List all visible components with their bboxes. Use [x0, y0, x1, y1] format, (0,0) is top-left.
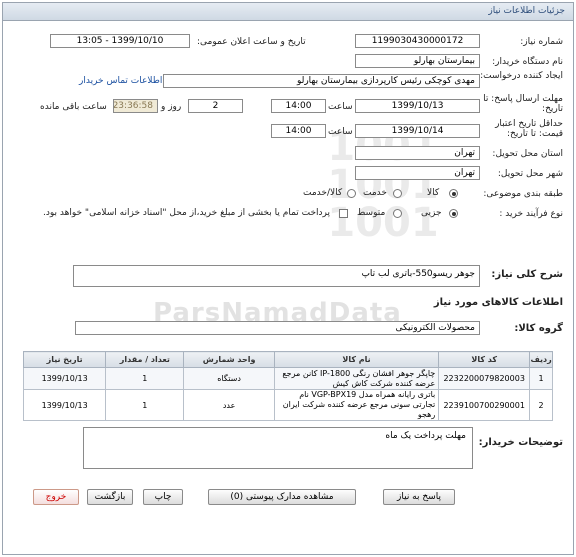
buyer-contact-link[interactable]: اطلاعات تماس خریدار [79, 76, 162, 86]
need-number-field: 1199030430000172 [355, 34, 480, 48]
cell-unit: عدد [183, 389, 275, 421]
province-label: استان محل تحویل: [492, 149, 563, 159]
cell-unit: دستگاه [183, 367, 275, 390]
cell-row: 1 [529, 367, 553, 390]
price-validity-label: حداقل تاریخ اعتبار قیمت: تا تاریخ: [495, 119, 563, 139]
cell-qty: 1 [105, 367, 185, 390]
city-label: شهر محل تحویل: [497, 169, 563, 179]
title-bar: جزئیات اطلاعات نیاز [3, 3, 573, 21]
need-number-label: شماره نیاز: [520, 37, 563, 47]
process-option-medium: متوسط [357, 208, 386, 218]
buyer-org-label: نام دستگاه خریدار: [492, 57, 563, 67]
creator-field: مهدی کوچکی رئیس کارپردازی بیمارستان بهار… [163, 74, 480, 88]
treasury-payment-note: پرداخت تمام یا بخشی از مبلغ خرید،از محل … [43, 208, 331, 218]
page-title: جزئیات اطلاعات نیاز [488, 6, 565, 16]
category-radio-goods-service[interactable] [347, 189, 356, 198]
days-field: 2 [188, 99, 243, 113]
goods-group-field: محصولات الکترونیکی [75, 321, 480, 335]
cell-name: باتری رایانه همراه مدل VGP-BPX19 نام تجا… [273, 389, 440, 421]
cell-qty: 1 [105, 389, 185, 421]
category-radio-service[interactable] [393, 189, 402, 198]
back-button[interactable]: بازگشت [87, 489, 133, 505]
reply-time-field: 14:00 [271, 99, 326, 113]
process-radio-minor[interactable] [449, 209, 458, 218]
category-radio-goods[interactable] [449, 189, 458, 198]
days-label: روز و [161, 102, 182, 112]
col-row: ردیف [529, 351, 553, 368]
reply-date-field: 1399/10/13 [355, 99, 480, 113]
reply-deadline-label: مهلت ارسال پاسخ: تا تاریخ: [483, 94, 563, 114]
goods-table-header: ردیف کد کالا نام کالا واحد شمارش تعداد /… [22, 351, 553, 368]
table-row: 1 2232200079820003 چاپگر جوهر افشان رنگی… [22, 367, 553, 390]
buyer-notes-label: توضیحات خریدار: [478, 437, 563, 448]
col-code: کد کالا [438, 351, 531, 368]
cell-date: 1399/10/13 [22, 389, 107, 421]
table-row: 2 2239100700290001 باتری رایانه همراه مد… [22, 389, 553, 421]
cell-code: 2232200079820003 [438, 367, 531, 390]
goods-section-title: اطلاعات کالاهای مورد نیاز [433, 297, 563, 308]
window-frame: جزئیات اطلاعات نیاز 100110011001 ParsNam… [2, 2, 574, 555]
cell-row: 2 [529, 389, 553, 421]
col-unit: واحد شمارش [183, 351, 275, 368]
announce-label: تاریخ و ساعت اعلان عمومی: [197, 37, 306, 47]
goods-table: ردیف کد کالا نام کالا واحد شمارش تعداد /… [22, 351, 553, 421]
cell-date: 1399/10/13 [22, 367, 107, 390]
remaining-label: ساعت باقی مانده [40, 102, 107, 112]
category-option-goods-service: کالا/خدمت [303, 188, 343, 198]
summary-label: شرح کلی نیاز: [491, 269, 563, 280]
process-label: نوع فرآیند خرید : [499, 209, 563, 219]
goods-group-label: گروه کالا: [514, 323, 563, 334]
process-radio-medium[interactable] [393, 209, 402, 218]
province-field: تهران [355, 146, 480, 160]
remaining-time-field: 23:36:58 [113, 99, 158, 113]
process-option-minor: جزیی [421, 208, 442, 218]
col-qty: تعداد / مقدار [105, 351, 185, 368]
cell-code: 2239100700290001 [438, 389, 531, 421]
category-label: طبقه بندی موضوعی: [483, 189, 563, 199]
category-option-service: خدمت [363, 188, 387, 198]
category-option-goods: کالا [427, 188, 440, 198]
announce-field: 1399/10/10 - 13:05 [50, 34, 190, 48]
buyer-org-field: بیمارستان بهارلو [355, 54, 480, 68]
treasury-payment-checkbox[interactable] [339, 209, 348, 218]
reply-button[interactable]: پاسخ به نیاز [383, 489, 455, 505]
summary-field: جوهر ریسو550-باتری لب تاپ [73, 265, 480, 287]
cell-name: چاپگر جوهر افشان رنگی IP-1800 کانن مرجع … [273, 367, 440, 390]
validity-time-label: ساعت [328, 127, 353, 137]
validity-time-field: 14:00 [271, 124, 326, 138]
col-date: تاریخ نیاز [22, 351, 107, 368]
exit-button[interactable]: خروج [33, 489, 79, 505]
buyer-notes-field: مهلت پرداخت یک ماه [83, 427, 473, 469]
creator-label: ایجاد کننده درخواست: [480, 71, 563, 81]
reply-time-label: ساعت [328, 102, 353, 112]
col-name: نام کالا [273, 351, 440, 368]
attachments-button[interactable]: مشاهده مدارک پیوستی (0) [208, 489, 356, 505]
validity-date-field: 1399/10/14 [355, 124, 480, 138]
city-field: تهران [355, 166, 480, 180]
print-button[interactable]: چاپ [143, 489, 183, 505]
